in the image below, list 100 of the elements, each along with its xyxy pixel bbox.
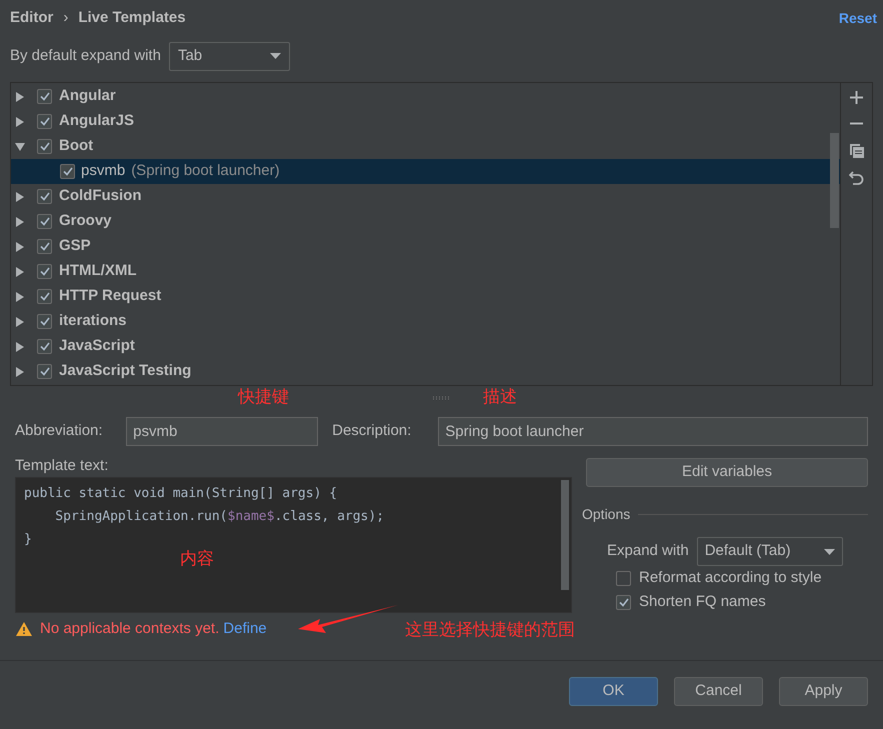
checkbox[interactable] [37,114,52,129]
resize-grip-icon[interactable] [432,396,452,400]
tree-group-row[interactable]: JavaScript [11,334,840,359]
checkmark-icon [40,342,50,351]
tree-group-row[interactable]: ColdFusion [11,184,840,209]
checkbox[interactable] [37,214,52,229]
checkmark-icon [40,142,50,151]
group-name: Groovy [59,211,112,232]
annotation-text: 快捷键 [238,387,289,407]
option-label[interactable]: Reformat according to style [639,567,822,590]
tree-group-row[interactable]: GSP [11,234,840,259]
triangle-right-icon[interactable] [15,116,25,126]
group-name: JavaScript [59,336,135,356]
triangle-right-icon[interactable] [15,316,25,326]
breadcrumb-current: Live Templates [78,8,186,28]
tree-group-row[interactable]: iterations [11,309,840,334]
checkbox[interactable] [37,189,52,204]
checkbox[interactable] [37,264,52,279]
plus-icon[interactable] [850,91,863,104]
checkbox[interactable] [60,164,75,179]
triangle-right-icon[interactable] [15,366,25,376]
reset-link[interactable]: Reset [838,8,877,28]
tree-group-row[interactable]: HTTP Request [11,284,840,309]
group-name: GSP [59,236,91,256]
group-name: AngularJS [59,111,134,132]
tree-group-row[interactable]: AngularJS [11,109,840,134]
options-title: Options [582,505,630,524]
abbreviation-field[interactable]: psvmb [126,416,318,446]
triangle-right-icon[interactable] [15,342,25,352]
triangle-right-icon[interactable] [15,216,25,226]
expand-dropdown[interactable]: Tab [168,42,290,70]
edit-variables-button[interactable]: Edit variables [586,458,868,487]
checkmark-icon [62,167,72,176]
triangle-right-icon[interactable] [15,266,25,276]
checkbox[interactable] [37,89,52,104]
checkbox[interactable] [37,314,52,329]
annotation-text: 内容 [180,548,214,571]
dropdown-arrow-icon [270,53,281,59]
checkbox[interactable] [37,239,52,254]
group-name: HTTP Request [59,286,162,306]
checkbox[interactable] [616,571,631,586]
expand-label: By default expand with [10,46,161,66]
checkmark-icon [40,292,50,301]
undo-icon[interactable] [849,171,864,185]
checkmark-icon [618,598,628,607]
warning-text: No applicable contexts yet. [40,618,220,639]
tree-group-row[interactable]: HTML/XML [11,259,840,284]
tree-group-row[interactable]: Groovy [11,209,840,234]
option-label[interactable]: Shorten FQ names [639,591,766,614]
group-name: JavaScript Testing [59,361,192,382]
template-row[interactable]: psvmb (Spring boot launcher) [11,159,840,184]
group-name: iterations [59,311,127,332]
checkmark-icon [40,242,50,251]
code-line: SpringApplication.run($name$.class, args); [54,508,386,526]
checkmark-icon [40,367,50,376]
tree-group-row[interactable]: JavaScript Testing [11,359,840,384]
checkmark-icon [40,267,50,276]
abbreviation-label: Abbreviation: [15,420,104,441]
checkmark-icon [40,217,50,226]
dropdown-arrow-icon [824,548,835,554]
template-editor[interactable]: public static void main(String[] args) { SpringApplication.run($name$.class, args); } 内容 [15,477,572,613]
copy-icon[interactable] [849,143,864,158]
checkbox[interactable] [616,595,631,610]
triangle-right-icon[interactable] [15,242,25,252]
warning-icon [16,622,32,636]
description-field[interactable]: Spring boot launcher [438,416,868,446]
checkmark-icon [40,117,50,126]
annotation-text: 这里选择快捷键的范围 [405,619,575,642]
group-name: Boot [59,136,94,156]
group-name: ColdFusion [59,186,142,206]
expand-with-label: Expand with [607,541,689,562]
tree-group-row[interactable]: Angular [11,84,840,109]
group-name: HTML/XML [59,261,136,282]
checkbox[interactable] [37,139,52,154]
triangle-down-icon[interactable] [15,142,25,152]
checkbox[interactable] [37,364,52,379]
template-name: psvmb [81,161,126,182]
triangle-right-icon[interactable] [15,292,25,302]
dialog-button[interactable]: Cancel [674,677,763,706]
define-link[interactable]: Define [223,618,267,640]
triangle-right-icon[interactable] [15,92,25,102]
template-description: (Spring boot launcher) [131,161,280,182]
triangle-right-icon[interactable] [15,192,25,202]
code-line: public static void main(String[] args) { [24,485,338,503]
breadcrumb-separator: › [63,8,68,28]
checkmark-icon [40,92,50,101]
description-label: Description: [332,420,412,441]
code-line: } [24,531,33,549]
tree-group-row[interactable]: Boot [11,134,840,159]
dialog-button[interactable]: OK [569,677,658,706]
expand-with-dropdown[interactable]: Default (Tab) [696,537,843,566]
checkbox[interactable] [37,289,52,304]
checkmark-icon [40,192,50,201]
annotation-text: 描述 [483,387,517,407]
checkbox[interactable] [37,339,52,354]
breadcrumb-parent[interactable]: Editor [10,6,54,30]
group-name: Angular [59,86,116,106]
template-text-label: Template text: [15,456,110,476]
checkmark-icon [40,317,50,326]
dialog-button[interactable]: Apply [779,677,868,706]
